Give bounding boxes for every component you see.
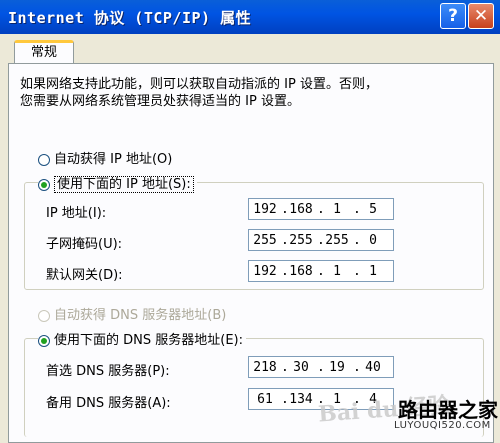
octet: 61 bbox=[257, 391, 273, 407]
tab-general[interactable]: 常规 bbox=[14, 40, 74, 64]
subnet-mask-input[interactable]: 255. 255. 255. 0 bbox=[248, 229, 394, 251]
octet: 255 bbox=[289, 232, 313, 248]
octet: 192 bbox=[253, 263, 277, 279]
octet: 255 bbox=[253, 232, 277, 248]
octet: 134 bbox=[289, 391, 313, 407]
octet: 1 bbox=[333, 263, 341, 279]
close-button[interactable]: ✕ bbox=[468, 3, 494, 29]
octet: 0 bbox=[369, 232, 377, 248]
preferred-dns-input[interactable]: 218. 30. 19. 40 bbox=[248, 356, 394, 378]
window-title: Internet 协议 (TCP/IP) 属性 bbox=[8, 9, 252, 27]
tab-strip: 常规 bbox=[0, 34, 500, 64]
radio-selected-icon bbox=[38, 334, 50, 347]
subnet-mask-label: 子网掩码(U): bbox=[46, 237, 123, 252]
default-gateway-label: 默认网关(D): bbox=[46, 268, 123, 283]
radio-auto-dns-label: 自动获得 DNS 服务器地址(B) bbox=[54, 308, 227, 323]
radio-manual-dns[interactable]: 使用下面的 DNS 服务器地址(E): bbox=[38, 329, 246, 349]
octet: 192 bbox=[253, 201, 277, 217]
site-logo: 路由器之家 bbox=[398, 398, 498, 422]
radio-icon bbox=[38, 153, 50, 166]
octet: 1 bbox=[369, 263, 377, 279]
octet: 19 bbox=[329, 359, 345, 375]
radio-manual-dns-label: 使用下面的 DNS 服务器地址(E): bbox=[54, 333, 243, 348]
title-bar: Internet 协议 (TCP/IP) 属性 ? ✕ bbox=[0, 0, 500, 34]
radio-auto-ip-label: 自动获得 IP 地址(O) bbox=[54, 152, 173, 167]
radio-icon bbox=[38, 309, 50, 322]
radio-manual-ip[interactable]: 使用下面的 IP 地址(S): bbox=[38, 173, 197, 193]
radio-auto-dns[interactable]: 自动获得 DNS 服务器地址(B) bbox=[38, 304, 226, 324]
octet: 5 bbox=[369, 201, 377, 217]
site-url: LUYOUQI520.COM bbox=[394, 420, 491, 431]
description-line-1: 如果网络支持此功能，则可以获取自动指派的 IP 设置。否则， bbox=[20, 77, 378, 92]
alternate-dns-label: 备用 DNS 服务器(A): bbox=[46, 396, 171, 411]
help-icon: ? bbox=[448, 6, 458, 26]
octet: 255 bbox=[325, 232, 349, 248]
description-text: 如果网络支持此功能，则可以获取自动指派的 IP 设置。否则， 您需要从网络系统管… bbox=[20, 76, 480, 110]
octet: 30 bbox=[293, 359, 309, 375]
preferred-dns-label: 首选 DNS 服务器(P): bbox=[46, 364, 170, 379]
ip-address-input[interactable]: 192. 168. 1. 5 bbox=[248, 198, 394, 220]
help-button[interactable]: ? bbox=[440, 3, 466, 29]
octet: 40 bbox=[365, 359, 381, 375]
ip-address-label: IP 地址(I): bbox=[46, 206, 107, 221]
octet: 1 bbox=[333, 201, 341, 217]
octet: 218 bbox=[253, 359, 277, 375]
radio-selected-icon bbox=[38, 178, 50, 191]
close-icon: ✕ bbox=[473, 6, 489, 26]
default-gateway-input[interactable]: 192. 168. 1. 1 bbox=[248, 260, 394, 282]
radio-manual-ip-label: 使用下面的 IP 地址(S): bbox=[54, 176, 194, 193]
description-line-2: 您需要从网络系统管理员处获得适当的 IP 设置。 bbox=[20, 94, 300, 109]
octet: 168 bbox=[289, 201, 313, 217]
radio-auto-ip[interactable]: 自动获得 IP 地址(O) bbox=[38, 148, 172, 168]
octet: 168 bbox=[289, 263, 313, 279]
